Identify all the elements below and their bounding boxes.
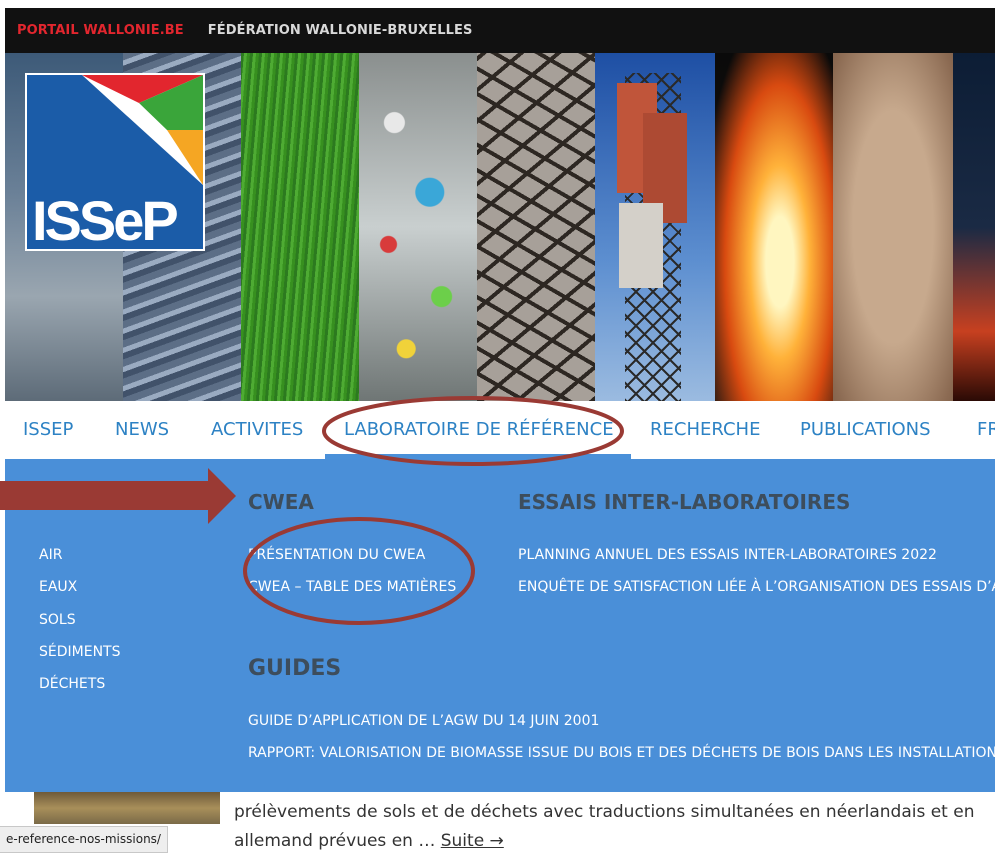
- browser-status-url: e-reference-nos-missions/: [0, 826, 168, 853]
- portail-wallonie-link[interactable]: PORTAIL WALLONIE.BE: [17, 23, 184, 38]
- excerpt-line-1: prélèvements de sols et de déchets avec …: [234, 802, 975, 822]
- guides-heading[interactable]: GUIDES: [248, 656, 341, 681]
- federation-wallonie-bruxelles-link[interactable]: FÉDÉRATION WALLONIE-BRUXELLES: [208, 23, 473, 38]
- menu-link-planning-essais[interactable]: PLANNING ANNUEL DES ESSAIS INTER-LABORAT…: [518, 547, 937, 563]
- essais-heading[interactable]: ESSAIS INTER-LABORATOIRES: [518, 490, 850, 514]
- article-excerpt: prélèvements de sols et de déchets avec …: [234, 798, 995, 856]
- menu-link-dechets[interactable]: DÉCHETS: [39, 676, 105, 692]
- nav-item-news[interactable]: NEWS: [115, 419, 169, 440]
- menu-link-eaux[interactable]: EAUX: [39, 579, 77, 595]
- menu-link-cwea-table-des-matieres[interactable]: CWEA – TABLE DES MATIÈRES: [248, 579, 456, 595]
- nav-item-recherche[interactable]: RECHERCHE: [650, 419, 760, 440]
- banner-photo-cracked-soil: [477, 53, 595, 401]
- menu-link-enquete-satisfaction[interactable]: ENQUÊTE DE SATISFACTION LIÉE À L’ORGANIS…: [518, 579, 995, 595]
- menu-link-sediments[interactable]: SÉDIMENTS: [39, 644, 120, 660]
- nav-item-fr[interactable]: FR: [977, 419, 995, 440]
- header-banner: ISSeP: [5, 53, 995, 401]
- excerpt-line-2: allemand prévues en … Suite →: [234, 831, 504, 851]
- main-navigation: ISSeP NEWS ACTIVITES LABORATOIRE DE RÉFÉ…: [5, 401, 995, 459]
- menu-link-guide-agw[interactable]: GUIDE D’APPLICATION DE L’AGW DU 14 JUIN …: [248, 713, 599, 729]
- mega-menu-dropdown: AIR EAUX SOLS SÉDIMENTS DÉCHETS CWEA PRÉ…: [5, 459, 995, 792]
- banner-photo-fire: [715, 53, 833, 401]
- menu-link-sols[interactable]: SOLS: [39, 612, 76, 628]
- logo-text: ISSeP: [32, 189, 179, 252]
- banner-photo-grass: [241, 53, 359, 401]
- nav-item-issep[interactable]: ISSeP: [23, 419, 73, 440]
- nav-item-activites[interactable]: ACTIVITES: [211, 419, 303, 440]
- article-thumbnail[interactable]: [34, 792, 220, 824]
- nav-item-publications[interactable]: PUBLICATIONS: [800, 419, 931, 440]
- banner-photo-antenna: [595, 53, 715, 401]
- cwea-heading[interactable]: CWEA: [248, 490, 314, 514]
- banner-photo-rock: [833, 53, 953, 401]
- read-more-link[interactable]: Suite →: [441, 831, 504, 851]
- issep-logo[interactable]: ISSeP: [25, 73, 205, 251]
- menu-link-rapport-biomasse[interactable]: RAPPORT: VALORISATION DE BIOMASSE ISSUE …: [248, 745, 995, 761]
- nav-item-laboratoire-de-reference[interactable]: LABORATOIRE DE RÉFÉRENCE: [344, 419, 614, 440]
- banner-photo-plastic-waste: [359, 53, 477, 401]
- top-bar: PORTAIL WALLONIE.BE FÉDÉRATION WALLONIE-…: [5, 8, 995, 53]
- menu-link-presentation-cwea[interactable]: PRÉSENTATION DU CWEA: [248, 547, 425, 563]
- menu-link-air[interactable]: AIR: [39, 547, 62, 563]
- banner-photo-night: [953, 53, 995, 401]
